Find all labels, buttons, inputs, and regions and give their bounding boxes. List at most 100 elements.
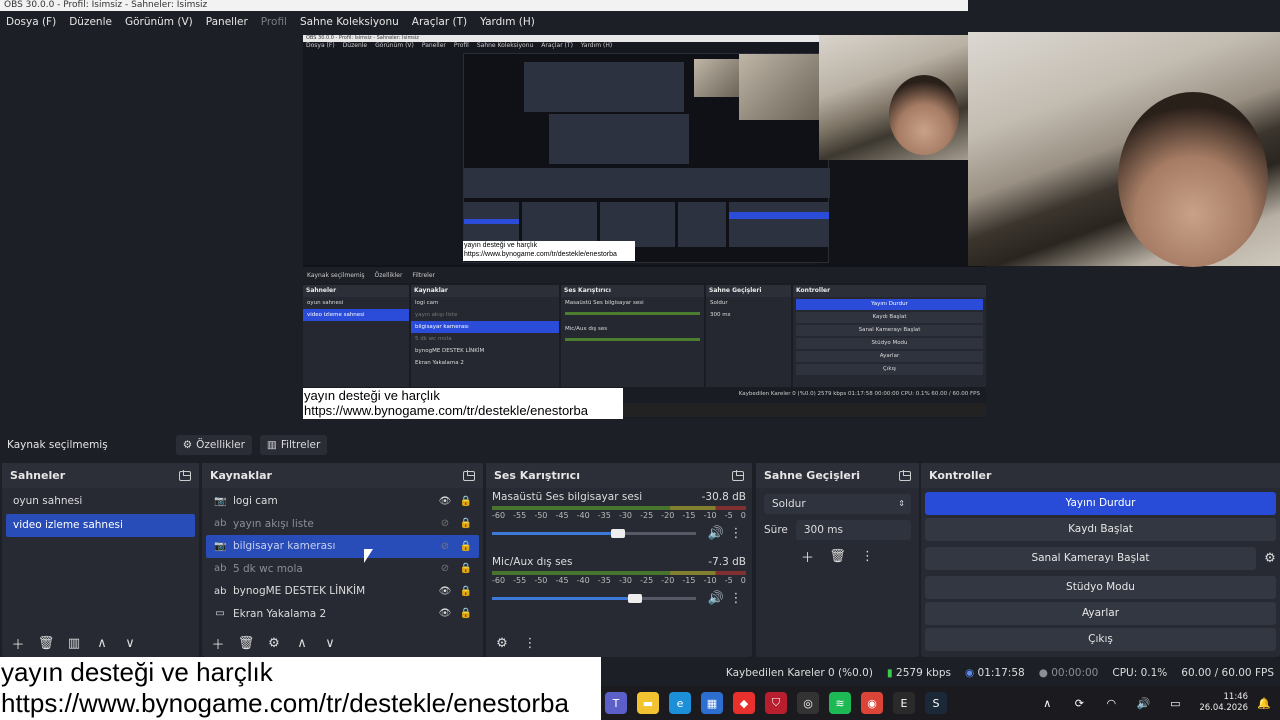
preview-canvas[interactable]: OBS 30.0.0 - Profil: İsimsiz - Sahneler:… <box>303 35 986 419</box>
filters-button[interactable]: ▥ Filtreler <box>259 434 328 455</box>
battery-icon[interactable]: ▭ <box>1164 692 1186 714</box>
spotify-icon[interactable]: ≋ <box>829 692 851 714</box>
more-icon[interactable]: ⋮ <box>726 588 746 608</box>
mixer-settings-icon[interactable]: ⚙ <box>492 633 512 653</box>
add-icon[interactable]: ＋ <box>8 633 28 653</box>
shield-icon[interactable]: ⛉ <box>765 692 787 714</box>
menu-edit[interactable]: Düzenle <box>69 16 112 28</box>
overlay-line2: https://www.bynogame.com/tr/destekle/ene… <box>1 688 569 718</box>
tray-chevron-icon[interactable]: ∧ <box>1036 692 1058 714</box>
tray-sync-icon[interactable]: ⟳ <box>1068 692 1090 714</box>
add-icon[interactable]: ＋ <box>208 633 228 653</box>
more-icon[interactable]: ⋮ <box>520 633 540 653</box>
source-label: 5 dk wc mola <box>233 562 303 575</box>
source-item[interactable]: ▭ Ekran Yakalama 2 👁 🔒 <box>206 603 479 626</box>
nested-title: OBS 30.0.0 - Profil: İsimsiz - Sahneler:… <box>303 35 819 42</box>
eye-icon[interactable]: 👁 <box>437 586 453 597</box>
studio-mode-button[interactable]: Stüdyo Modu <box>925 576 1276 599</box>
start-recording-button[interactable]: Kaydı Başlat <box>925 518 1276 541</box>
eye-off-icon[interactable]: ⊘ <box>437 541 453 552</box>
no-source-label: Kaynak seçilmemiş <box>7 438 108 451</box>
menu-help[interactable]: Yardım (H) <box>480 16 535 28</box>
undock-icon[interactable] <box>899 470 911 481</box>
source-item[interactable]: ab yayın akışı liste ⊘ 🔒 <box>206 513 479 536</box>
eye-off-icon[interactable]: ⊘ <box>437 563 453 574</box>
teams-icon[interactable]: T <box>605 692 627 714</box>
menu-file[interactable]: Dosya (F) <box>6 16 56 28</box>
rec-time: ● 00:00:00 <box>1038 667 1099 679</box>
volume-slider[interactable] <box>492 593 696 603</box>
lock-icon[interactable]: 🔒 <box>458 518 474 529</box>
gear-icon[interactable]: ⚙ <box>264 633 284 653</box>
lock-icon[interactable]: 🔒 <box>458 586 474 597</box>
text-icon: ab <box>214 563 227 575</box>
epic-icon[interactable]: E <box>893 692 915 714</box>
undock-icon[interactable] <box>732 470 744 481</box>
lock-icon[interactable]: 🔒 <box>458 496 474 507</box>
trash-icon[interactable]: 🗑 <box>828 546 848 566</box>
scene-item[interactable]: oyun sahnesi <box>6 490 195 513</box>
steam-icon[interactable]: S <box>925 692 947 714</box>
filter-icon[interactable]: ▥ <box>64 633 84 653</box>
preview-area[interactable]: OBS 30.0.0 - Profil: İsimsiz - Sahneler:… <box>0 32 1280 430</box>
controls-dock: Kontroller Yayını Durdur Kaydı Başlat Sa… <box>921 463 1280 657</box>
transitions-title: Sahne Geçişleri <box>764 469 861 482</box>
clock[interactable]: 11:46 26.04.2026 <box>1199 692 1248 714</box>
edge-icon[interactable]: e <box>669 692 691 714</box>
chevron-down-icon[interactable]: ∨ <box>120 633 140 653</box>
app-icon[interactable]: ◆ <box>733 692 755 714</box>
lock-icon[interactable]: 🔒 <box>458 563 474 574</box>
stop-stream-button[interactable]: Yayını Durdur <box>925 492 1276 515</box>
gear-icon[interactable]: ⚙ <box>1260 549 1280 569</box>
trash-icon[interactable]: 🗑 <box>236 633 256 653</box>
text-icon: ab <box>214 518 227 530</box>
lock-icon[interactable]: 🔒 <box>458 541 474 552</box>
menu-profile[interactable]: Profil <box>261 16 287 28</box>
cpu-usage: CPU: 0.1% <box>1112 667 1168 679</box>
eye-off-icon[interactable]: ⊘ <box>437 518 453 529</box>
duration-input[interactable]: 300 ms <box>795 520 911 540</box>
menu-tools[interactable]: Araçlar (T) <box>412 16 467 28</box>
eye-icon[interactable]: 👁 <box>437 496 453 507</box>
start-virtual-camera-button[interactable]: Sanal Kamerayı Başlat <box>925 547 1256 570</box>
chrome-icon[interactable]: ◉ <box>861 692 883 714</box>
volume-icon[interactable]: 🔊 <box>1132 692 1154 714</box>
monitor-icon: ▭ <box>215 608 225 620</box>
add-icon[interactable]: ＋ <box>798 546 818 566</box>
scene-item-selected[interactable]: video izleme sahnesi <box>6 514 195 537</box>
speaker-icon[interactable]: 🔊 <box>706 523 726 543</box>
menu-bar: Dosya (F) Düzenle Görünüm (V) Paneller P… <box>0 11 968 32</box>
source-item[interactable]: ab bynogME DESTEK LİNKİM 👁 🔒 <box>206 580 479 603</box>
properties-button[interactable]: ⚙ Özellikler <box>175 434 252 455</box>
more-icon[interactable]: ⋮ <box>858 546 878 566</box>
folder-icon[interactable]: ▬ <box>637 692 659 714</box>
menu-view[interactable]: Görünüm (V) <box>125 16 193 28</box>
source-item[interactable]: 📷 bilgisayar kamerası ⊘ 🔒 <box>206 535 479 558</box>
lock-icon[interactable]: 🔒 <box>458 608 474 619</box>
bitrate: ▮ 2579 kbps <box>886 667 951 679</box>
chevron-down-icon[interactable]: ∨ <box>320 633 340 653</box>
store-icon[interactable]: ▦ <box>701 692 723 714</box>
chevron-up-icon[interactable]: ∧ <box>92 633 112 653</box>
eye-icon[interactable]: 👁 <box>437 608 453 619</box>
menu-docks[interactable]: Paneller <box>206 16 248 28</box>
transition-select[interactable]: Soldur ⇕ <box>764 494 911 514</box>
more-icon[interactable]: ⋮ <box>726 523 746 543</box>
undock-icon[interactable] <box>463 470 475 481</box>
wifi-icon[interactable]: ◠ <box>1100 692 1122 714</box>
notification-icon[interactable]: 🔔 <box>1253 692 1275 714</box>
menu-scene-collection[interactable]: Sahne Koleksiyonu <box>300 16 399 28</box>
exit-button[interactable]: Çıkış <box>925 628 1276 651</box>
settings-button[interactable]: Ayarlar <box>925 602 1276 625</box>
source-label: bilgisayar kamerası <box>233 540 336 553</box>
trash-icon[interactable]: 🗑 <box>36 633 56 653</box>
chevron-up-icon[interactable]: ∧ <box>292 633 312 653</box>
updown-icon: ⇕ <box>898 499 905 508</box>
speaker-icon[interactable]: 🔊 <box>706 588 726 608</box>
overlay-line1: yayın desteği ve harçlık <box>1 657 273 687</box>
obs-icon[interactable]: ◎ <box>797 692 819 714</box>
source-item[interactable]: ab 5 dk wc mola ⊘ 🔒 <box>206 558 479 581</box>
volume-slider[interactable] <box>492 528 696 538</box>
source-item[interactable]: 📷 logi cam 👁 🔒 <box>206 490 479 513</box>
undock-icon[interactable] <box>179 470 191 481</box>
